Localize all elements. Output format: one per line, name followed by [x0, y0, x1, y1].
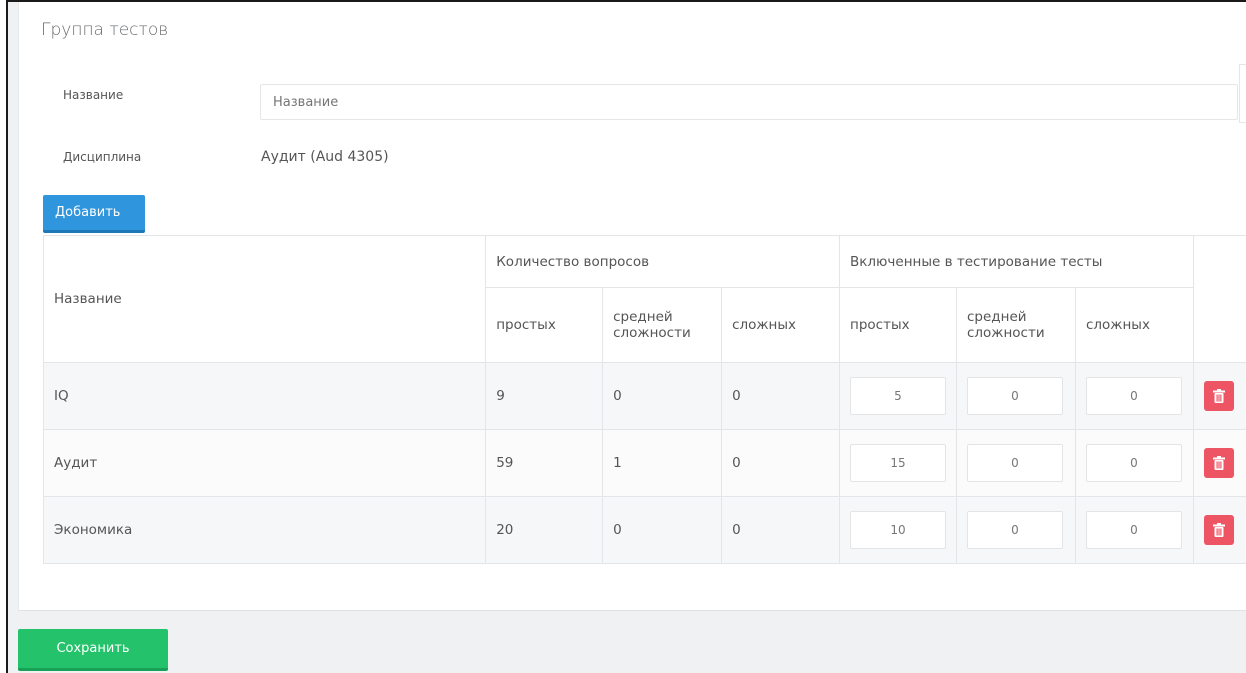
row-name: Экономика [42, 496, 487, 564]
row-q-medium: 0 [602, 362, 723, 430]
row-q-simple: 59 [485, 429, 604, 497]
col-header-q-medium: средней сложности [602, 287, 723, 363]
col-header-q-hard: сложных [721, 287, 840, 363]
name-label: Название [63, 88, 124, 102]
included-medium-input[interactable] [967, 377, 1063, 415]
tests-table: Название Количество вопросов Включенные … [42, 235, 1246, 564]
col-header-i-medium: средней сложности [956, 287, 1076, 363]
row-q-simple: 9 [485, 362, 604, 430]
col-header-q-simple: простых [485, 287, 604, 363]
col-group-question-count: Количество вопросов [485, 235, 840, 288]
col-header-name: Название [42, 235, 487, 363]
included-hard-input[interactable] [1085, 444, 1182, 482]
page-frame: Группа тестов Название Дисциплина Аудит … [6, 0, 1246, 673]
included-hard-input[interactable] [1085, 511, 1182, 549]
table-row: Экономика 20 0 0 [42, 496, 1246, 564]
table-row: IQ 9 0 0 [42, 362, 1246, 430]
add-button[interactable]: Добавить [43, 195, 145, 233]
col-header-i-hard: сложных [1074, 287, 1194, 363]
trash-icon [1212, 389, 1225, 403]
row-q-medium: 1 [602, 429, 723, 497]
side-field-stub [1239, 64, 1246, 123]
col-header-i-simple: простых [839, 287, 957, 363]
row-name: IQ [42, 362, 487, 430]
name-input[interactable] [260, 84, 1238, 120]
delete-button[interactable] [1203, 448, 1234, 478]
trash-icon [1212, 456, 1225, 470]
included-hard-input[interactable] [1085, 377, 1182, 415]
trash-icon [1212, 523, 1225, 537]
col-header-actions [1192, 235, 1246, 363]
included-simple-input[interactable] [850, 511, 946, 549]
discipline-label: Дисциплина [63, 150, 142, 164]
included-medium-input[interactable] [967, 511, 1063, 549]
included-medium-input[interactable] [967, 444, 1063, 482]
table-row: Аудит 59 1 0 [42, 429, 1246, 497]
test-group-card: Группа тестов Название Дисциплина Аудит … [18, 2, 1246, 611]
row-q-medium: 0 [602, 496, 723, 564]
discipline-value: Аудит (Aud 4305) [261, 149, 389, 165]
included-simple-input[interactable] [850, 444, 946, 482]
row-q-simple: 20 [485, 496, 604, 564]
row-name: Аудит [42, 429, 487, 497]
page-title: Группа тестов [41, 20, 169, 40]
row-q-hard: 0 [721, 429, 840, 497]
col-group-included-tests: Включенные в тестирование тесты [839, 235, 1194, 288]
row-q-hard: 0 [721, 362, 840, 430]
save-button[interactable]: Сохранить [18, 629, 168, 671]
row-q-hard: 0 [721, 496, 840, 564]
included-simple-input[interactable] [850, 377, 946, 415]
delete-button[interactable] [1203, 515, 1234, 545]
delete-button[interactable] [1203, 381, 1234, 411]
